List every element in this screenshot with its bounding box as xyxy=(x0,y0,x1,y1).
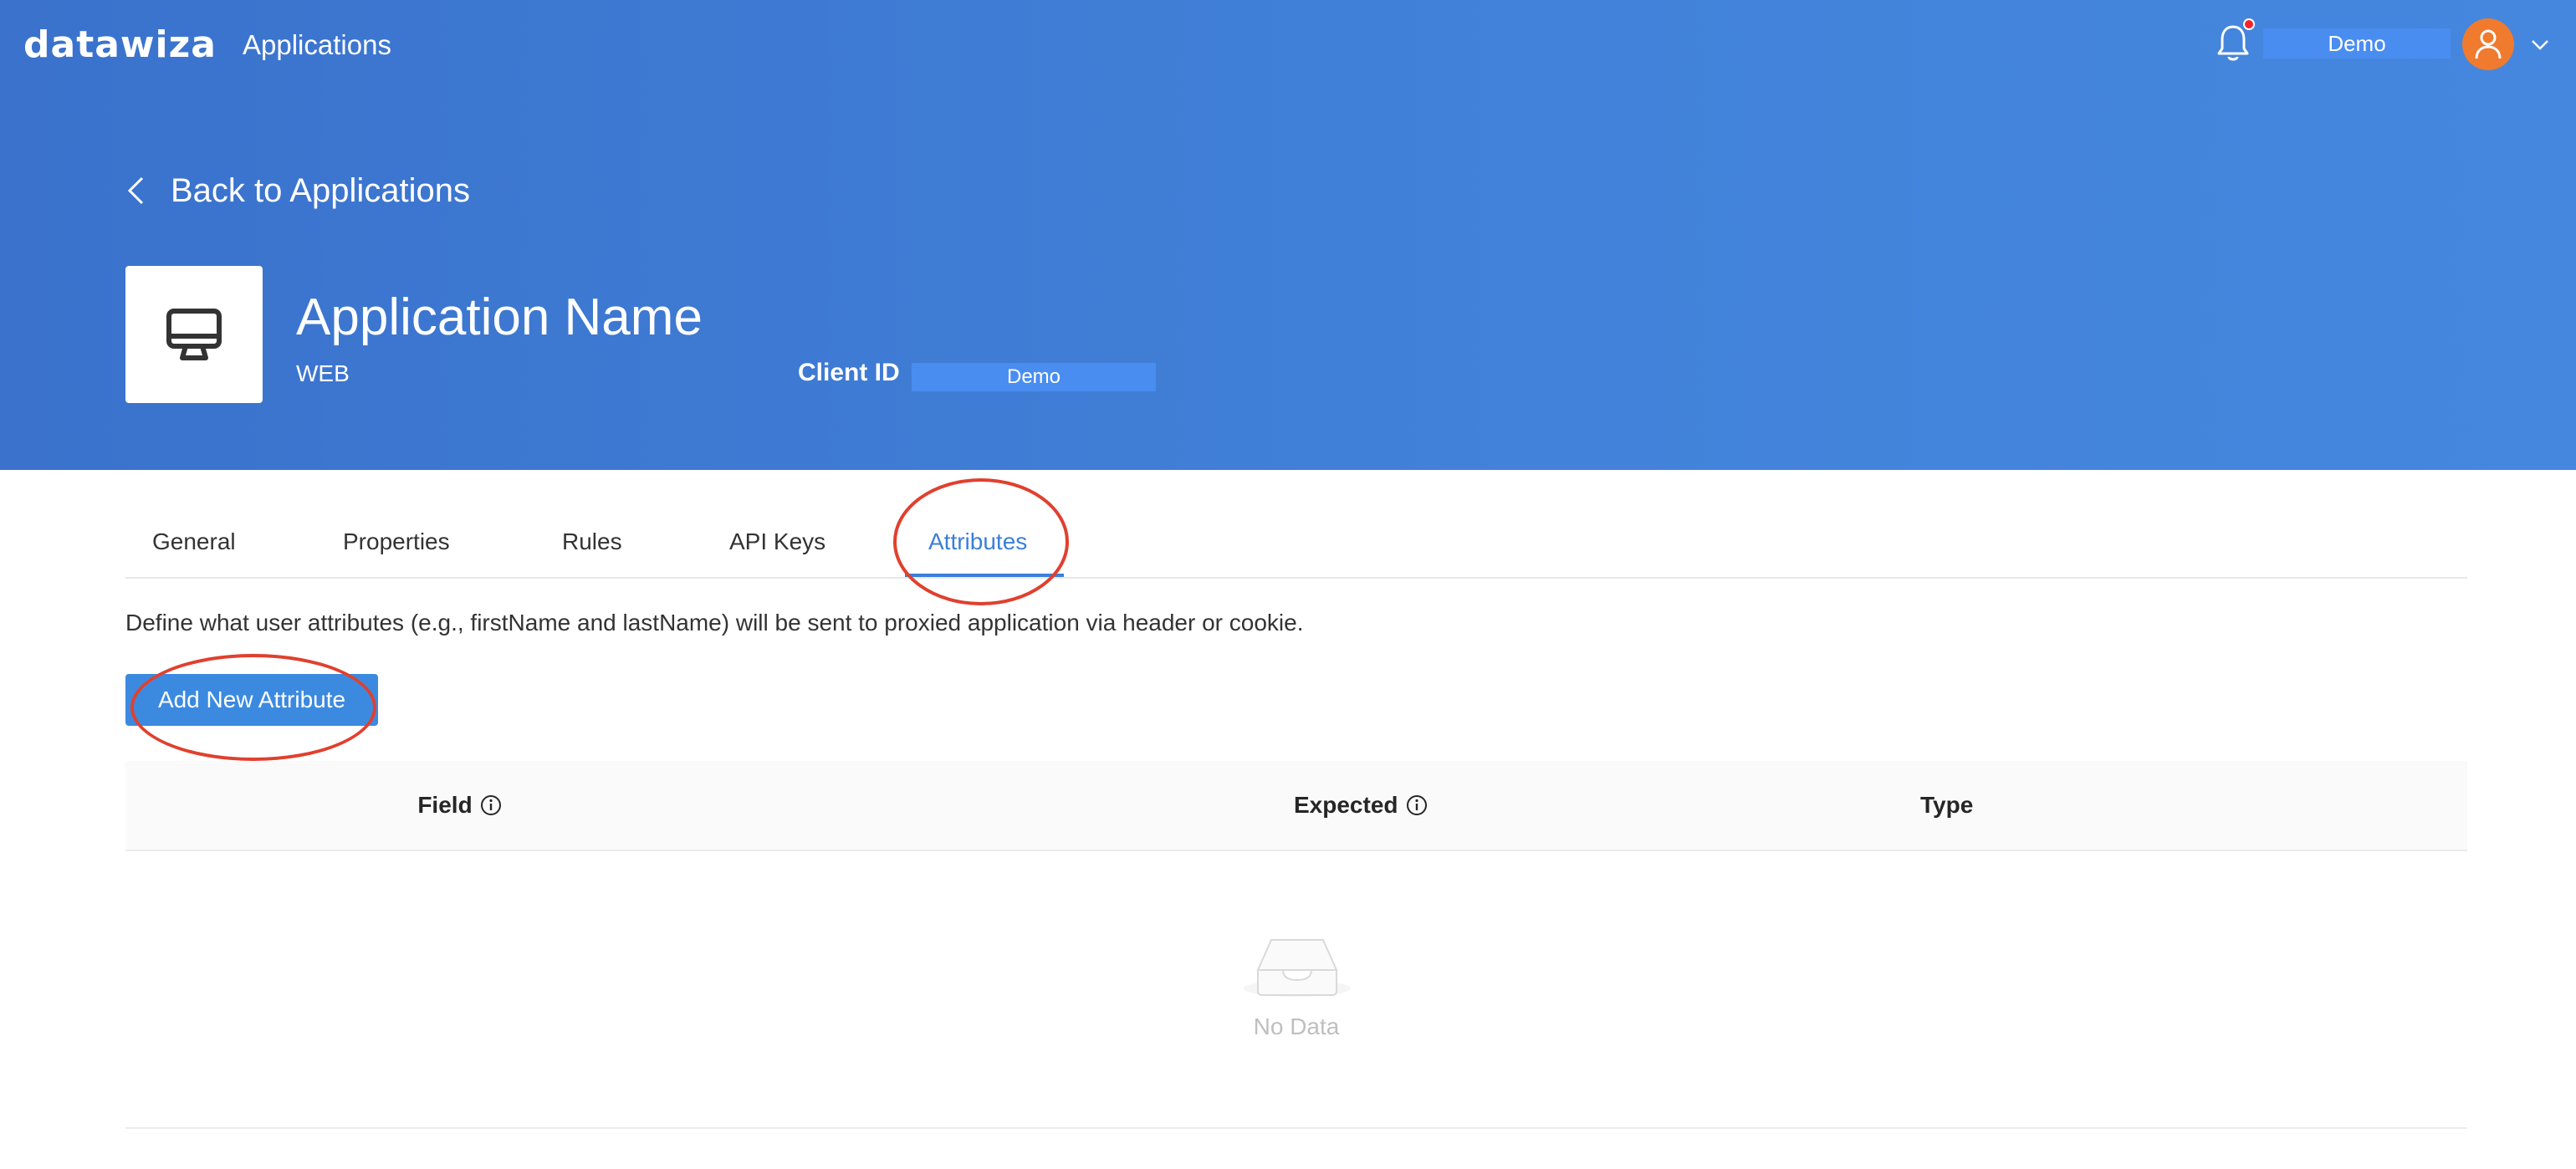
attributes-table-header: Field Expected Type xyxy=(125,761,2467,851)
user-avatar[interactable] xyxy=(2462,18,2514,70)
info-icon[interactable] xyxy=(479,794,503,817)
tab-properties[interactable]: Properties xyxy=(343,525,450,559)
column-label-expected: Expected xyxy=(1294,792,1398,818)
column-label-type: Type xyxy=(1920,792,1974,818)
app-icon-tile xyxy=(125,266,263,403)
back-to-applications-link[interactable]: Back to Applications xyxy=(125,167,470,214)
client-id-value[interactable]: Demo xyxy=(912,363,1156,391)
attributes-table-empty: No Data xyxy=(125,851,2467,1129)
user-name[interactable]: Demo xyxy=(2263,28,2451,59)
attributes-description: Define what user attributes (e.g., first… xyxy=(125,610,1304,636)
active-tab-indicator xyxy=(905,574,1064,577)
empty-inbox-icon xyxy=(1243,927,1352,1003)
notification-dot xyxy=(2243,18,2255,30)
chevron-left-icon xyxy=(127,176,144,205)
chevron-down-icon[interactable] xyxy=(2529,33,2551,55)
tab-general[interactable]: General xyxy=(152,525,236,559)
user-icon xyxy=(2475,29,2502,59)
tab-attributes[interactable]: Attributes xyxy=(928,525,1027,559)
application-type: WEB xyxy=(296,360,350,386)
client-id-label: Client ID xyxy=(798,359,900,386)
empty-state-text: No Data xyxy=(1253,1013,1340,1039)
datawiza-logo[interactable]: datawiza xyxy=(23,22,217,69)
nav-applications-link[interactable]: Applications xyxy=(243,27,391,64)
tab-rules[interactable]: Rules xyxy=(562,525,622,559)
tab-api-keys[interactable]: API Keys xyxy=(729,525,825,559)
back-label: Back to Applications xyxy=(171,171,470,209)
monitor-icon xyxy=(166,309,222,360)
app-tabs: General Properties Rules API Keys Attrib… xyxy=(125,502,2467,579)
column-header-type: Type xyxy=(1798,761,2384,850)
add-new-attribute-button[interactable]: Add New Attribute xyxy=(125,674,378,726)
app-header-banner: datawiza Applications Demo Back to Appli… xyxy=(0,0,2576,470)
application-name: Application Name xyxy=(296,288,703,346)
column-header-field: Field xyxy=(125,761,795,850)
column-header-expected: Expected xyxy=(795,761,1965,850)
info-icon[interactable] xyxy=(1405,794,1429,817)
column-label-field: Field xyxy=(417,792,473,818)
